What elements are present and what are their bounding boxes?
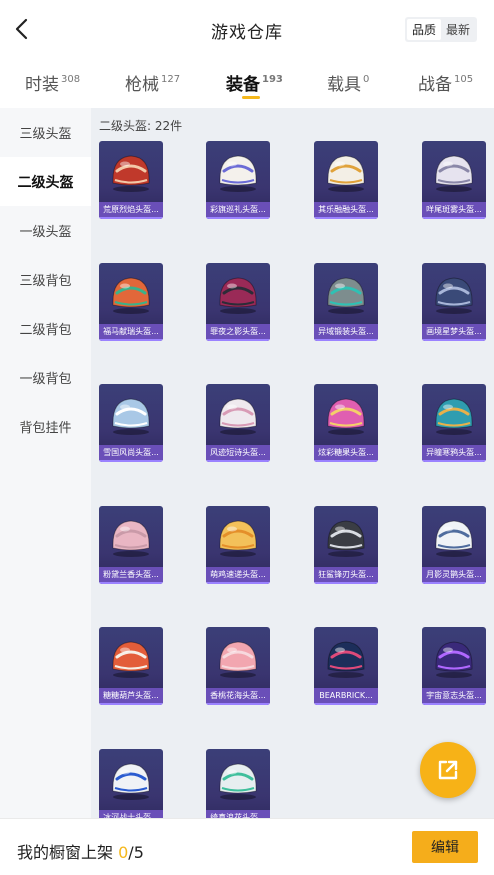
helmet-card[interactable]: 风迹短诗头盔... [206, 384, 270, 462]
helmet-card[interactable]: 糖糖葫芦头盔... [99, 627, 163, 705]
helmet-card[interactable]: 绮真浪花头盔... [206, 749, 270, 818]
bottom-bar: 我的橱窗上架 0/5 编辑 [0, 818, 494, 875]
helmet-name: 宇宙意志头盔... [422, 688, 486, 705]
helmet-name: 风迹短诗头盔... [206, 445, 270, 462]
helmet-name: 罪夜之影头盔... [206, 324, 270, 341]
helmet-card[interactable]: 粉黛兰香头盔... [99, 506, 163, 584]
showcase-label: 我的橱窗上架 [17, 843, 114, 862]
edit-button[interactable]: 编辑 [412, 831, 478, 863]
helmet-card[interactable]: 炫彩糖果头盔... [314, 384, 378, 462]
helmet-icon [112, 763, 150, 800]
helmet-card[interactable]: 荒原烈焰头盔... [99, 141, 163, 219]
helmet-name: 冰河战士头盔... [99, 810, 163, 818]
section-label: 二级头盔: 22件 [99, 119, 183, 133]
helmet-icon [435, 277, 473, 314]
sidebar-item-level2-backpack[interactable]: 二级背包 [0, 304, 91, 353]
helmet-card[interactable]: 狂鲨锋刃头盔... [314, 506, 378, 584]
helmet-icon [435, 398, 473, 435]
top-bar: 游戏仓库 品质 最新 [0, 0, 494, 58]
sidebar-item-level1-helmet[interactable]: 一级头盔 [0, 206, 91, 255]
helmet-icon [327, 277, 365, 314]
helmet-card[interactable]: 雪国风尚头盔... [99, 384, 163, 462]
helmet-card[interactable]: BEARBRICK... [314, 627, 378, 705]
helmet-icon [219, 155, 257, 192]
helmet-name: 彩旗巡礼头盔... [206, 202, 270, 219]
helmet-name: 香桃花海头盔... [206, 688, 270, 705]
helmet-icon [112, 641, 150, 678]
helmet-icon [327, 398, 365, 435]
helmet-name: 画境星梦头盔... [422, 324, 486, 341]
helmet-icon [327, 155, 365, 192]
helmet-name: 绮真浪花头盔... [206, 810, 270, 818]
helmet-card[interactable]: 福马献瑞头盔... [99, 263, 163, 341]
helmet-name: 咩尾斑雾头盔... [422, 202, 486, 219]
tab-equipment[interactable]: 装备 193 [226, 70, 283, 95]
helmet-name: 糖糖葫芦头盔... [99, 688, 163, 705]
helmet-icon [112, 155, 150, 192]
sidebar-item-level2-helmet[interactable]: 二级头盔 [0, 157, 91, 206]
helmet-card[interactable]: 画境星梦头盔... [422, 263, 486, 341]
helmet-icon [327, 520, 365, 557]
helmet-card[interactable]: 其乐融融头盔... [314, 141, 378, 219]
share-button[interactable] [420, 742, 476, 798]
helmet-icon [112, 520, 150, 557]
helmet-name: BEARBRICK... [314, 688, 378, 705]
sidebar-item-level1-backpack[interactable]: 一级背包 [0, 353, 91, 402]
helmet-icon [435, 520, 473, 557]
helmet-icon [219, 763, 257, 800]
tab-costume[interactable]: 时装 308 [25, 70, 80, 95]
helmet-icon [219, 277, 257, 314]
helmet-card[interactable]: 冰河战士头盔... [99, 749, 163, 818]
sort-toggle[interactable]: 品质 最新 [405, 17, 477, 42]
helmet-icon [435, 155, 473, 192]
helmet-icon [112, 398, 150, 435]
helmet-card[interactable]: 彩旗巡礼头盔... [206, 141, 270, 219]
sort-quality[interactable]: 品质 [407, 19, 441, 40]
helmet-card[interactable]: 宇宙意志头盔... [422, 627, 486, 705]
helmet-card[interactable]: 咩尾斑雾头盔... [422, 141, 486, 219]
helmet-name: 福马献瑞头盔... [99, 324, 163, 341]
helmet-icon [219, 398, 257, 435]
item-grid-panel: 二级头盔: 22件 荒原烈焰头盔... 彩旗巡礼头盔... 其乐融融头盔... 咩尾斑… [91, 108, 494, 818]
helmet-card[interactable]: 月影灵鹊头盔... [422, 506, 486, 584]
helmet-name: 月影灵鹊头盔... [422, 567, 486, 584]
helmet-card[interactable]: 萌鸡速递头盔... [206, 506, 270, 584]
helmet-name: 其乐融融头盔... [314, 202, 378, 219]
helmet-name: 萌鸡速递头盔... [206, 567, 270, 584]
helmet-icon [219, 641, 257, 678]
tab-vehicles[interactable]: 载具 0 [327, 70, 369, 95]
external-link-icon [438, 760, 458, 780]
helmet-name: 异瞳寒鸦头盔... [422, 445, 486, 462]
showcase-total: /5 [128, 843, 144, 862]
sort-newest[interactable]: 最新 [441, 19, 475, 40]
sidebar-item-backpack-charm[interactable]: 背包挂件 [0, 402, 91, 451]
helmet-icon [219, 520, 257, 557]
tab-guns[interactable]: 枪械 127 [125, 70, 180, 95]
sidebar: 三级头盔 二级头盔 一级头盔 三级背包 二级背包 一级背包 背包挂件 [0, 108, 91, 818]
showcase-current: 0 [118, 843, 129, 862]
sidebar-item-level3-helmet[interactable]: 三级头盔 [0, 108, 91, 157]
helmet-icon [112, 277, 150, 314]
showcase-status: 我的橱窗上架 0/5 [17, 839, 144, 863]
helmet-icon [327, 641, 365, 678]
helmet-card[interactable]: 异瞳寒鸦头盔... [422, 384, 486, 462]
helmet-icon [435, 641, 473, 678]
helmet-name: 狂鲨锋刃头盔... [314, 567, 378, 584]
tab-battle-prep[interactable]: 战备 105 [418, 70, 473, 95]
helmet-name: 炫彩糖果头盔... [314, 445, 378, 462]
helmet-card[interactable]: 香桃花海头盔... [206, 627, 270, 705]
helmet-card[interactable]: 异域锻装头盔... [314, 263, 378, 341]
helmet-name: 粉黛兰香头盔... [99, 567, 163, 584]
active-tab-indicator [242, 96, 260, 99]
sidebar-item-level3-backpack[interactable]: 三级背包 [0, 255, 91, 304]
helmet-name: 荒原烈焰头盔... [99, 202, 163, 219]
helmet-name: 异域锻装头盔... [314, 324, 378, 341]
helmet-card[interactable]: 罪夜之影头盔... [206, 263, 270, 341]
helmet-name: 雪国风尚头盔... [99, 445, 163, 462]
